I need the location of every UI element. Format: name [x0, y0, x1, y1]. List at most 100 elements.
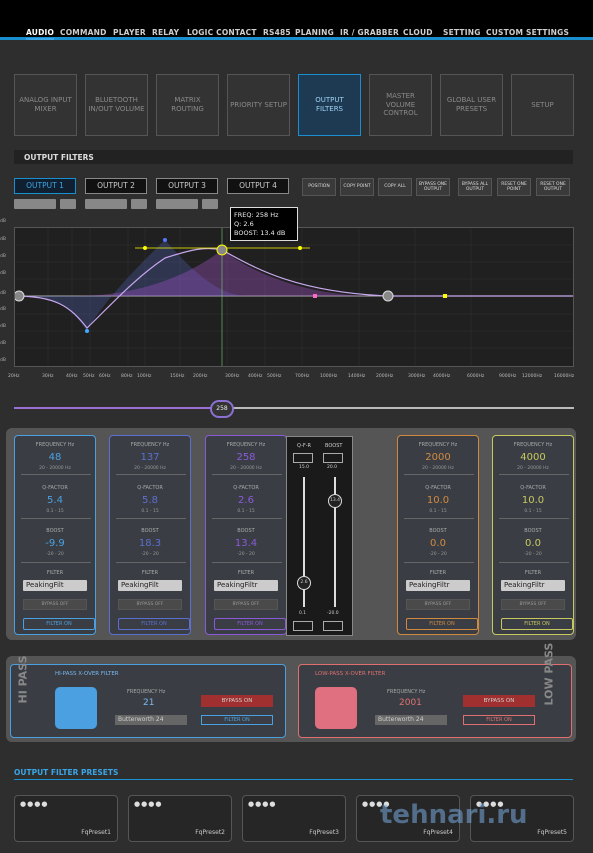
band3-point[interactable] — [216, 244, 228, 256]
nav-player[interactable]: PLAYER — [113, 28, 146, 37]
band-filter-on-button[interactable]: FILTER ON — [406, 618, 478, 630]
band-q-value[interactable]: 2.6 — [206, 495, 286, 506]
watermark: tehnari.ru — [380, 800, 528, 830]
meter-icon[interactable] — [202, 199, 218, 209]
tab-output-1[interactable]: OUTPUT 1 — [14, 178, 76, 194]
hipass-type-select[interactable]: Butterworth 24 — [115, 715, 187, 725]
band-filter-on-button[interactable]: FILTER ON — [23, 618, 95, 630]
hipass-freq-value[interactable]: 21 — [143, 698, 154, 708]
band-filter-select[interactable]: PeakingFilt — [118, 580, 182, 591]
band-filter-on-button[interactable]: FILTER ON — [501, 618, 573, 630]
band-q-value[interactable]: 5.4 — [15, 495, 95, 506]
band-q-range: 0.1 - 15 — [524, 509, 542, 514]
meter-icon[interactable] — [131, 199, 147, 209]
freq-tick: 1000Hz — [320, 374, 338, 379]
band-freq-value[interactable]: 2000 — [398, 452, 478, 463]
nav-ir-grabber[interactable]: IR / GRABBER — [340, 28, 399, 37]
band-filter-select[interactable]: PeakingFiltr — [214, 580, 278, 591]
peak-icon[interactable] — [323, 453, 343, 463]
band-filter-select[interactable]: PeakingFiltr — [406, 580, 470, 591]
band-filter-on-button[interactable]: FILTER ON — [214, 618, 286, 630]
module-setup[interactable]: SETUP — [511, 74, 574, 136]
copy-point-button[interactable]: COPY POINT — [340, 178, 374, 196]
nav-logic-contact[interactable]: LOGIC CONTACT — [187, 28, 257, 37]
freq-slider-thumb[interactable]: 258 — [210, 400, 234, 418]
nav-cloud[interactable]: CLOUD — [403, 28, 433, 37]
band2-point[interactable] — [163, 238, 167, 242]
position-button[interactable]: POSITION — [302, 178, 336, 196]
link-icon[interactable] — [85, 199, 127, 209]
module-bluetooth[interactable]: BLUETOOTH IN/OUT VOLUME — [85, 74, 148, 136]
link-icon[interactable] — [156, 199, 198, 209]
band-q-label: Q-FACTOR — [425, 485, 451, 491]
band-q-value[interactable]: 10.0 — [398, 495, 478, 506]
band-q-value[interactable]: 5.8 — [110, 495, 190, 506]
lowpass-bypass-button[interactable]: BYPASS ON — [463, 695, 535, 707]
nav-command[interactable]: COMMAND — [60, 28, 107, 37]
band-q-value[interactable]: 10.0 — [493, 495, 573, 506]
module-global-presets[interactable]: GLOBAL USER PRESETS — [440, 74, 503, 136]
band-bypass-button[interactable]: BYPASS OFF — [406, 599, 470, 610]
module-output-filters[interactable]: OUTPUT FILTERS — [298, 74, 361, 136]
tab-output-2[interactable]: OUTPUT 2 — [85, 178, 147, 194]
band-bypass-button[interactable]: BYPASS OFF — [23, 599, 87, 610]
band-filter-select[interactable]: PeakingFilt — [23, 580, 87, 591]
hipass-filter-button[interactable]: FILTER ON — [201, 715, 273, 725]
boost-slider-thumb[interactable]: 13.4 — [328, 494, 342, 508]
band-boost-value[interactable]: -9.9 — [15, 538, 95, 549]
valley-icon[interactable] — [323, 621, 343, 631]
lowpass-handle[interactable] — [382, 290, 394, 302]
band-bypass-button[interactable]: BYPASS OFF — [118, 599, 182, 610]
band-bypass-button[interactable]: BYPASS OFF — [214, 599, 278, 610]
module-matrix-routing[interactable]: MATRIX ROUTING — [156, 74, 219, 136]
nav-setting[interactable]: SETTING — [443, 28, 481, 37]
band-filter-on-button[interactable]: FILTER ON — [118, 618, 190, 630]
band-freq-value[interactable]: 258 — [206, 452, 286, 463]
eq-graph[interactable] — [13, 227, 574, 367]
band-freq-label: FREQUENCY Hz — [513, 442, 553, 448]
band1-point[interactable] — [85, 329, 89, 333]
band-bypass-button[interactable]: BYPASS OFF — [501, 599, 565, 610]
lowpass-filter-button[interactable]: FILTER ON — [463, 715, 535, 725]
band-freq-range: 20 - 20000 Hz — [134, 466, 166, 471]
band-freq-value[interactable]: 4000 — [493, 452, 573, 463]
module-analog-input-mixer[interactable]: ANALOG INPUT MIXER — [14, 74, 77, 136]
bypass-one-output-button[interactable]: BYPASS ONE OUTPUT — [416, 178, 450, 196]
tab-output-3[interactable]: OUTPUT 3 — [156, 178, 218, 194]
nav-rs485[interactable]: RS485 — [263, 28, 291, 37]
nav-custom-settings[interactable]: CUSTOM SETTINGS — [486, 28, 569, 37]
tab-output-4[interactable]: OUTPUT 4 — [227, 178, 289, 194]
notch-icon[interactable] — [293, 621, 313, 631]
band-boost-value[interactable]: 0.0 — [493, 538, 573, 549]
band-boost-value[interactable]: 13.4 — [206, 538, 286, 549]
module-priority-setup[interactable]: PRIORITY SETUP — [227, 74, 290, 136]
band-filter-select[interactable]: PeakingFiltr — [501, 580, 565, 591]
curve-icon[interactable] — [293, 453, 313, 463]
meter-icon[interactable] — [60, 199, 76, 209]
bypass-all-output-button[interactable]: BYPASS ALL OUTPUT — [458, 178, 492, 196]
lowpass-freq-value[interactable]: 2001 — [399, 698, 422, 708]
nav-audio[interactable]: AUDIO — [26, 28, 55, 40]
nav-relay[interactable]: RELAY — [152, 28, 179, 37]
copy-all-button[interactable]: COPY ALL — [378, 178, 412, 196]
preset-card[interactable]: ●●●● FqPreset2 — [128, 795, 232, 842]
reset-one-point-button[interactable]: RESET ONE POINT — [497, 178, 531, 196]
band-boost-value[interactable]: 18.3 — [110, 538, 190, 549]
band-freq-value[interactable]: 137 — [110, 452, 190, 463]
preset-card[interactable]: ●●●● FqPreset1 — [14, 795, 118, 842]
q-slider-thumb[interactable]: 2.6 — [297, 576, 311, 590]
boost-label: BOOST — [325, 443, 343, 449]
link-icon[interactable] — [14, 199, 56, 209]
db-label: dB — [0, 358, 6, 363]
hipass-bypass-button[interactable]: BYPASS ON — [201, 695, 273, 707]
band-freq-value[interactable]: 48 — [15, 452, 95, 463]
band-boost-value[interactable]: 0.0 — [398, 538, 478, 549]
module-master-volume[interactable]: MASTER VOLUME CONTROL — [369, 74, 432, 136]
preset-card[interactable]: ●●●● FqPreset3 — [242, 795, 346, 842]
hipass-handle[interactable] — [13, 290, 25, 302]
nav-planing[interactable]: PLANING — [295, 28, 334, 37]
band-boost-label: BOOST — [237, 528, 255, 534]
reset-one-output-button[interactable]: RESET ONE OUTPUT — [536, 178, 570, 196]
lowpass-type-select[interactable]: Butterworth 24 — [375, 715, 447, 725]
band-boost-label: BOOST — [429, 528, 447, 534]
